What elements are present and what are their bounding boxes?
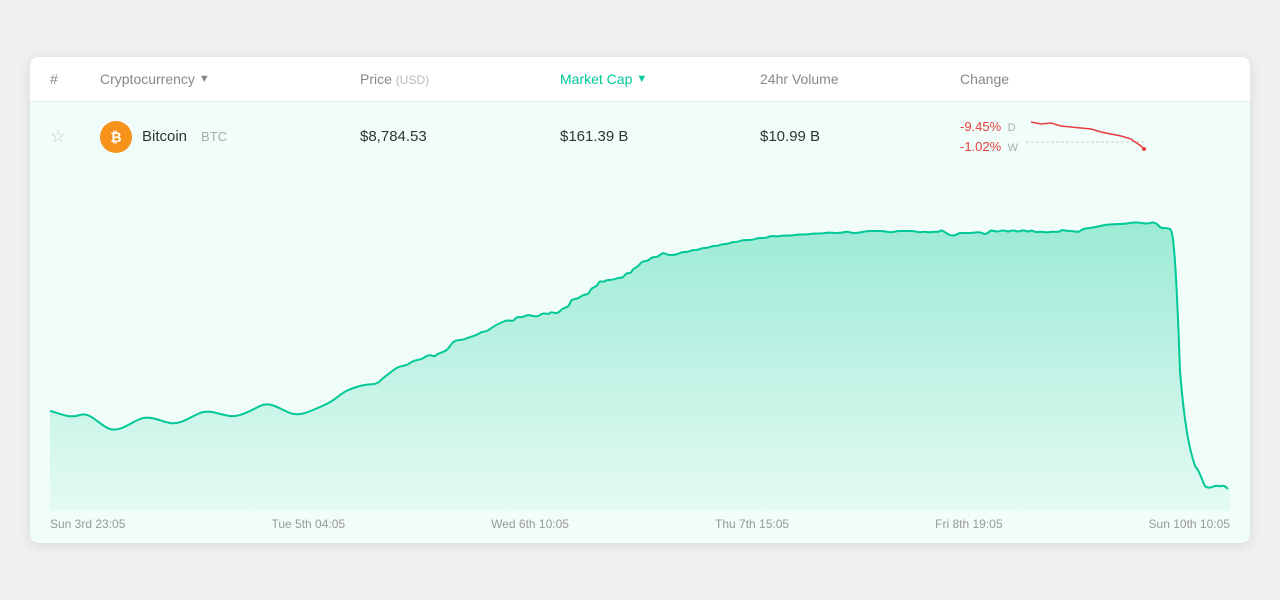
sparkline-svg xyxy=(1026,114,1146,154)
mini-sparkline xyxy=(1026,114,1230,159)
crypto-symbol: BTC xyxy=(201,129,227,144)
x-label-4: Thu 7th 15:05 xyxy=(715,517,789,531)
change-weekly: -1.02% xyxy=(960,139,1001,154)
x-label-1: Sun 3rd 23:05 xyxy=(50,517,125,531)
crypto-card: # Cryptocurrency ▼ Price (USD) Market Ca… xyxy=(30,57,1250,543)
col-change: Change xyxy=(960,71,1230,87)
volume-value: $10.99 B xyxy=(760,128,960,145)
col-price: Price (USD) xyxy=(360,71,560,87)
x-axis-labels: Sun 3rd 23:05 Tue 5th 04:05 Wed 6th 10:0… xyxy=(30,511,1250,543)
price-value: $8,784.53 xyxy=(360,128,560,145)
star-button[interactable]: ☆ xyxy=(50,126,100,147)
star-icon[interactable]: ☆ xyxy=(50,126,66,146)
cryptocurrency-sort-arrow[interactable]: ▼ xyxy=(199,73,210,85)
crypto-cell: ₿ Bitcoin BTC xyxy=(100,121,360,153)
change-daily-label: D xyxy=(1008,122,1016,134)
col-hash: # xyxy=(50,71,100,87)
col-volume: 24hr Volume xyxy=(760,71,960,87)
crypto-name: Bitcoin xyxy=(142,128,187,145)
table-header: # Cryptocurrency ▼ Price (USD) Market Ca… xyxy=(30,57,1250,102)
col-cryptocurrency[interactable]: Cryptocurrency ▼ xyxy=(100,71,360,87)
main-chart-svg xyxy=(50,171,1230,511)
marketcap-sort-arrow[interactable]: ▼ xyxy=(636,73,647,85)
marketcap-value: $161.39 B xyxy=(560,128,760,145)
main-chart-area xyxy=(30,171,1250,511)
change-cell: -9.45% D -1.02% W xyxy=(960,114,1230,159)
col-marketcap[interactable]: Market Cap ▼ xyxy=(560,71,760,87)
x-label-6: Sun 10th 10:05 xyxy=(1149,517,1230,531)
btc-icon: ₿ xyxy=(100,121,132,153)
change-values: -9.45% D -1.02% W xyxy=(960,118,1018,156)
change-weekly-label: W xyxy=(1008,142,1018,154)
change-daily: -9.45% xyxy=(960,119,1001,134)
x-label-5: Fri 8th 19:05 xyxy=(935,517,1002,531)
x-label-3: Wed 6th 10:05 xyxy=(491,517,569,531)
table-row: ☆ ₿ Bitcoin BTC $8,784.53 $161.39 B $10.… xyxy=(30,102,1250,171)
x-label-2: Tue 5th 04:05 xyxy=(271,517,345,531)
